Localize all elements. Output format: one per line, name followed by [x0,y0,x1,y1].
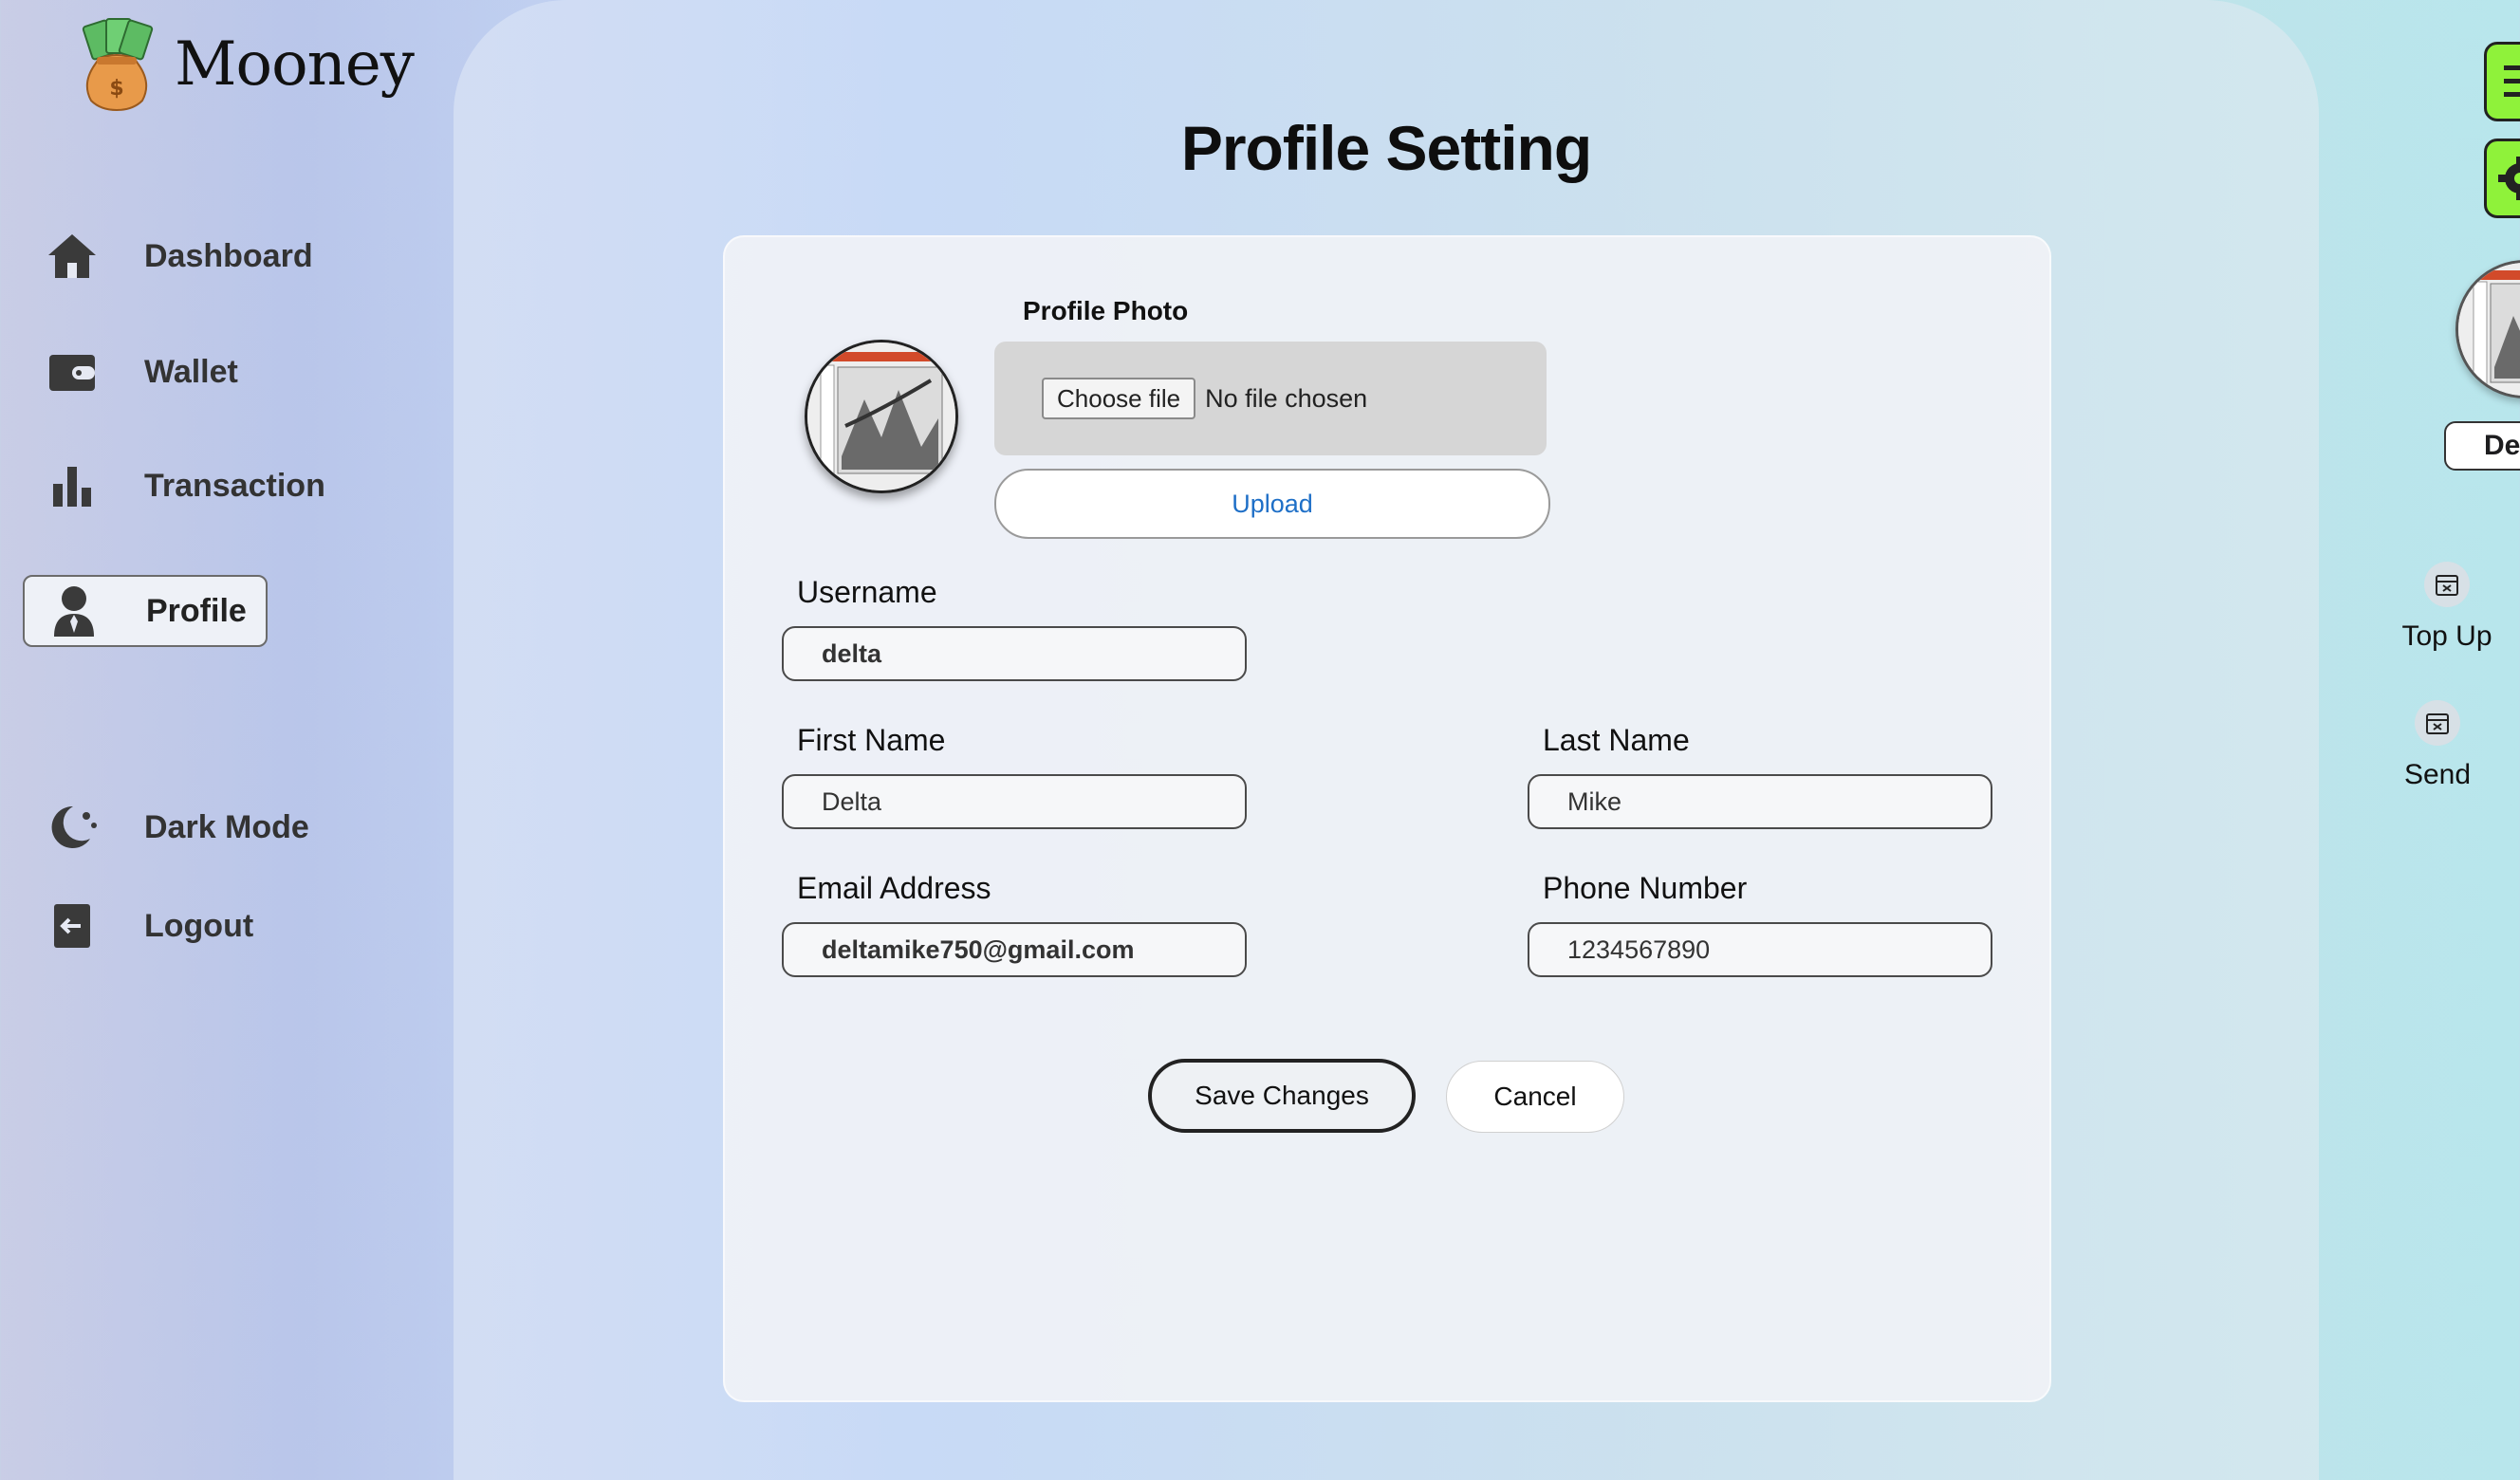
home-icon [44,228,101,285]
first-name-label: First Name [797,723,946,757]
user-avatar[interactable] [2455,260,2520,398]
right-panel: De Top Up Send [2319,0,2520,1444]
file-input[interactable]: Choose file No file chosen [994,342,1547,455]
sidebar-item-label: Dark Mode [144,808,309,845]
sidebar: $ Mooney Dashboard Wallet Transaction Pr… [0,0,454,1444]
email-label: Email Address [797,871,991,905]
quick-action-label: Top Up [2401,620,2492,652]
menu-button[interactable] [2484,42,2520,121]
sidebar-item-label: Wallet [144,353,238,390]
avatar[interactable] [805,340,958,493]
sidebar-item-dashboard[interactable]: Dashboard [23,222,313,290]
svg-text:$: $ [109,77,123,101]
top-up-action[interactable]: Top Up [2395,562,2499,653]
last-name-label: Last Name [1543,723,1690,757]
cancel-button[interactable]: Cancel [1446,1061,1624,1133]
quick-action-label: Send [2403,759,2472,790]
sidebar-item-label: Transaction [144,467,325,504]
username-field[interactable]: delta [782,626,1247,681]
main-panel: Profile Setting Profile Photo Choose fil… [454,0,2319,1480]
sidebar-item-label: Dashboard [144,237,313,274]
sidebar-item-logout[interactable]: Logout [23,892,253,960]
sidebar-item-wallet[interactable]: Wallet [23,338,238,406]
moon-icon [44,799,101,856]
save-changes-button[interactable]: Save Changes [1148,1059,1416,1133]
email-field[interactable]: deltamike750@gmail.com [782,922,1247,977]
bar-chart-icon [44,457,101,514]
calendar-icon [2424,562,2470,607]
gear-icon [2498,157,2520,200]
sidebar-item-profile[interactable]: Profile [23,575,268,647]
menu-icon [2504,65,2520,97]
choose-file-button[interactable]: Choose file [1042,378,1196,419]
settings-button[interactable] [2484,139,2520,218]
upload-button[interactable]: Upload [994,469,1550,539]
username-label: Username [797,575,937,609]
app-name: Mooney [175,29,415,100]
sidebar-item-label: Profile [146,592,247,629]
calendar-icon [2415,700,2460,746]
sidebar-item-transaction[interactable]: Transaction [23,452,325,520]
last-name-field[interactable]: Mike [1528,774,1992,829]
page-title: Profile Setting [1180,113,1592,183]
profile-photo-label: Profile Photo [1023,296,1189,325]
wallet-icon [44,343,101,400]
phone-field[interactable]: 1234567890 [1528,922,1992,977]
money-bag-icon: $ [80,17,154,112]
phone-label: Phone Number [1543,871,1748,905]
sidebar-item-dark-mode[interactable]: Dark Mode [23,793,309,861]
send-action[interactable]: Send [2385,700,2490,791]
profile-form-card: Profile Photo Choose file No file chosen… [723,235,2051,1402]
logout-icon [44,897,101,954]
sidebar-item-label: Logout [144,907,254,944]
user-icon [46,583,102,639]
file-status: No file chosen [1205,383,1368,413]
app-logo[interactable]: $ Mooney [80,17,415,112]
user-name-badge: De [2444,421,2520,471]
first-name-field[interactable]: Delta [782,774,1247,829]
